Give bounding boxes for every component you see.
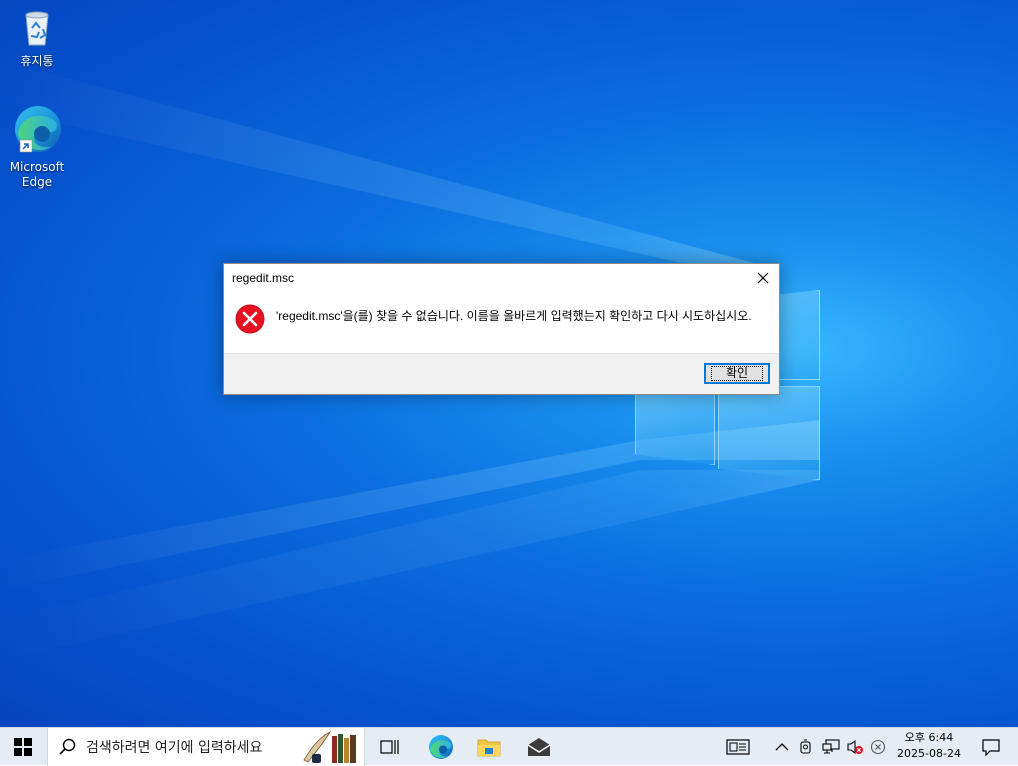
recycle-bin-label: 휴지통 [20,54,54,68]
tray-network-button[interactable] [820,728,842,766]
windows-logo-icon [14,738,32,756]
error-dialog: regedit.msc 'regedit.msc'을(를) 찾을 수 없습니다.… [223,263,780,395]
file-explorer-icon [477,739,501,757]
task-view-button[interactable] [372,728,408,766]
edge-icon [15,106,61,153]
edge-label-line1: Microsoft [9,160,65,174]
tray-meet-button[interactable] [796,728,816,766]
clock-time: 오후 6:44 [904,731,954,744]
network-icon [822,739,840,754]
task-view-icon [380,740,399,754]
dialog-title: regedit.msc [232,271,295,285]
ok-button[interactable]: 확인 [704,363,770,384]
close-icon [757,272,769,284]
news-icon [726,739,750,755]
desktop-icon-edge[interactable]: Microsoft Edge [2,104,72,190]
desktop-icon-recycle-bin[interactable]: 휴지통 [2,8,72,69]
tray-volume-button[interactable] [844,728,866,766]
edge-label-line2: Edge [21,175,53,189]
taskbar-mail-button[interactable] [520,728,558,766]
dialog-close-button[interactable] [753,268,773,288]
chevron-up-icon [775,743,789,751]
clock-date: 2025-08-24 [897,747,961,760]
dialog-message: 'regedit.msc'을(를) 찾을 수 없습니다. 이름을 올바르게 입력… [276,309,752,323]
search-placeholder: 검색하려면 여기에 입력하세요 [86,740,263,756]
recycle-bin-icon [25,11,49,46]
taskbar: 검색하려면 여기에 입력하세요 오후 6:44 2025-08-24 [0,727,1018,766]
action-center-button[interactable] [976,728,1006,766]
error-icon [235,304,265,334]
dialog-footer: 확인 [224,353,779,394]
ok-button-label: 확인 [710,366,764,381]
mail-icon [527,738,551,756]
taskbar-clock[interactable]: 오후 6:44 2025-08-24 [890,730,968,762]
taskbar-file-explorer-button[interactable] [470,728,508,766]
taskbar-edge-button[interactable] [422,728,460,766]
notification-icon [982,739,1000,756]
tray-defender-button[interactable] [868,728,888,766]
taskbar-search-box[interactable]: 검색하려면 여기에 입력하세요 [47,728,365,766]
volume-muted-icon [847,739,863,755]
news-widget-button[interactable] [722,728,754,766]
defender-warning-icon [870,739,886,755]
meet-icon [800,739,811,754]
search-icon [59,738,76,755]
wallpaper-logo-pane-bl [635,393,715,465]
search-highlight-icon [303,731,356,763]
wallpaper-logo-pane-br [718,386,820,480]
show-hidden-icons-button[interactable] [772,728,792,766]
start-button[interactable] [0,728,46,766]
edge-icon [429,735,453,759]
